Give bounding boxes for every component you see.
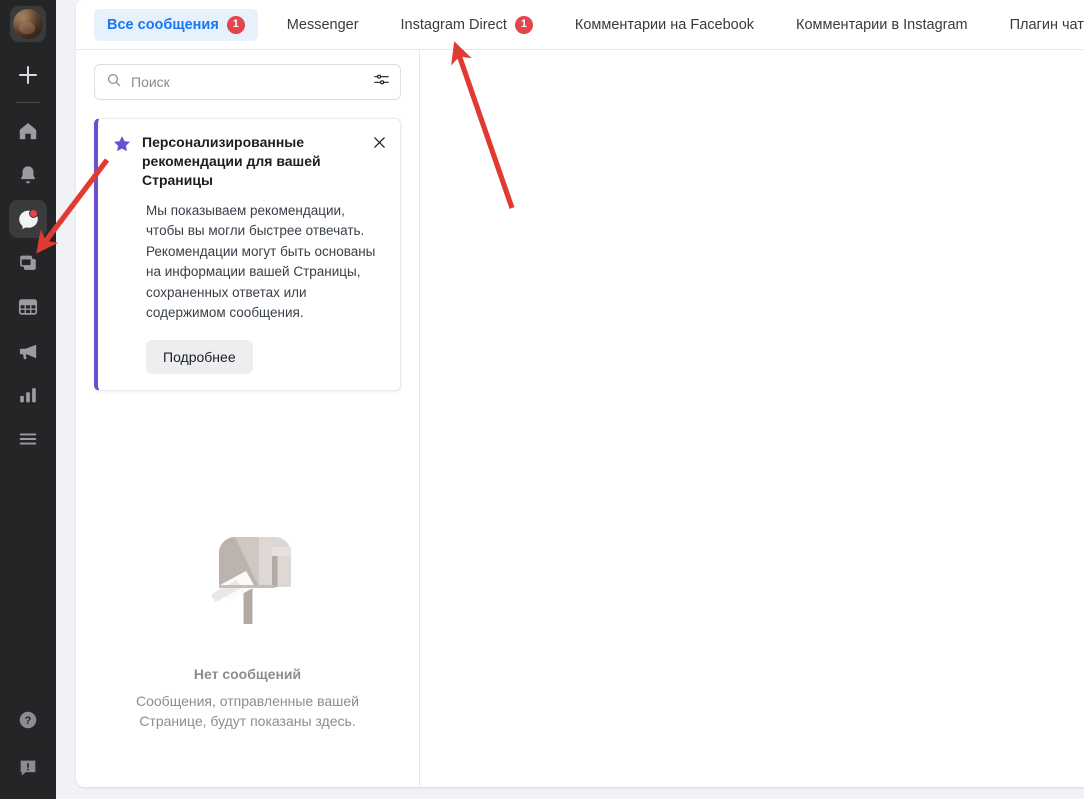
tab-label: Instagram Direct [400, 16, 507, 33]
inbox-body: Персонализированные рекомендации для ваш… [76, 50, 1084, 787]
inbox-app-window: ? Все сообщения 1 Messenger Instagram Di… [0, 0, 1084, 799]
more-menu-icon[interactable] [9, 420, 47, 458]
inbox-tabbar: Все сообщения 1 Messenger Instagram Dire… [76, 0, 1084, 50]
rail-divider [16, 102, 40, 103]
create-icon[interactable] [9, 56, 47, 94]
page-avatar[interactable] [10, 6, 46, 42]
notifications-bell-icon[interactable] [9, 156, 47, 194]
avatar-image [13, 9, 43, 39]
tab-all-messages[interactable]: Все сообщения 1 [94, 8, 258, 41]
recommendation-card: Персонализированные рекомендации для ваш… [94, 118, 401, 391]
tab-instagram-comments[interactable]: Комментарии в Instagram [783, 10, 981, 40]
feedback-icon[interactable] [9, 749, 47, 787]
tab-badge: 1 [226, 15, 245, 34]
empty-state-title: Нет сообщений [193, 665, 302, 682]
tab-badge: 1 [514, 15, 533, 34]
recommendation-body: Мы показываем рекомендации, чтобы вы мог… [146, 202, 376, 321]
tab-label: Комментарии в Instagram [796, 16, 968, 33]
inbox-unread-dot [29, 209, 38, 218]
mailbox-illustration [186, 509, 310, 638]
home-icon[interactable] [9, 112, 47, 150]
sliders-icon[interactable] [373, 71, 390, 93]
tab-label: Плагин чата [1009, 16, 1084, 33]
close-icon[interactable] [368, 131, 390, 153]
recommendation-header: Персонализированные рекомендации для ваш… [112, 133, 386, 190]
tab-messenger[interactable]: Messenger [274, 10, 372, 40]
tab-label: Messenger [286, 16, 359, 33]
tab-chat-plugin[interactable]: Плагин чата [997, 10, 1084, 40]
help-icon[interactable]: ? [9, 701, 47, 739]
empty-state: Нет сообщений Сообщения, отправленные ва… [76, 509, 419, 732]
inbox-panel: Все сообщения 1 Messenger Instagram Dire… [76, 0, 1084, 787]
tab-label: Все сообщения [107, 16, 219, 33]
search-input[interactable] [131, 74, 364, 90]
search-box[interactable] [94, 64, 401, 100]
left-nav-rail: ? [0, 0, 56, 799]
search-area [76, 50, 419, 100]
search-icon [106, 72, 122, 93]
learn-more-button[interactable]: Подробнее [146, 339, 253, 374]
tab-label: Комментарии на Facebook [574, 16, 755, 33]
tab-instagram-direct[interactable]: Instagram Direct 1 [388, 9, 546, 41]
empty-state-subtitle: Сообщения, отправленные вашей Странице, … [136, 692, 359, 730]
ads-megaphone-icon[interactable] [9, 332, 47, 370]
tab-facebook-comments[interactable]: Комментарии на Facebook [562, 10, 767, 40]
star-icon [112, 134, 132, 190]
planner-grid-icon[interactable] [9, 288, 47, 326]
svg-text:?: ? [25, 715, 32, 727]
inbox-chat-icon[interactable] [9, 200, 47, 238]
posts-icon[interactable] [9, 244, 47, 282]
conversation-detail-pane [420, 50, 1084, 787]
recommendation-title: Персонализированные рекомендации для ваш… [142, 134, 321, 188]
insights-bars-icon[interactable] [9, 376, 47, 414]
conversation-list-column: Персонализированные рекомендации для ваш… [76, 50, 420, 787]
